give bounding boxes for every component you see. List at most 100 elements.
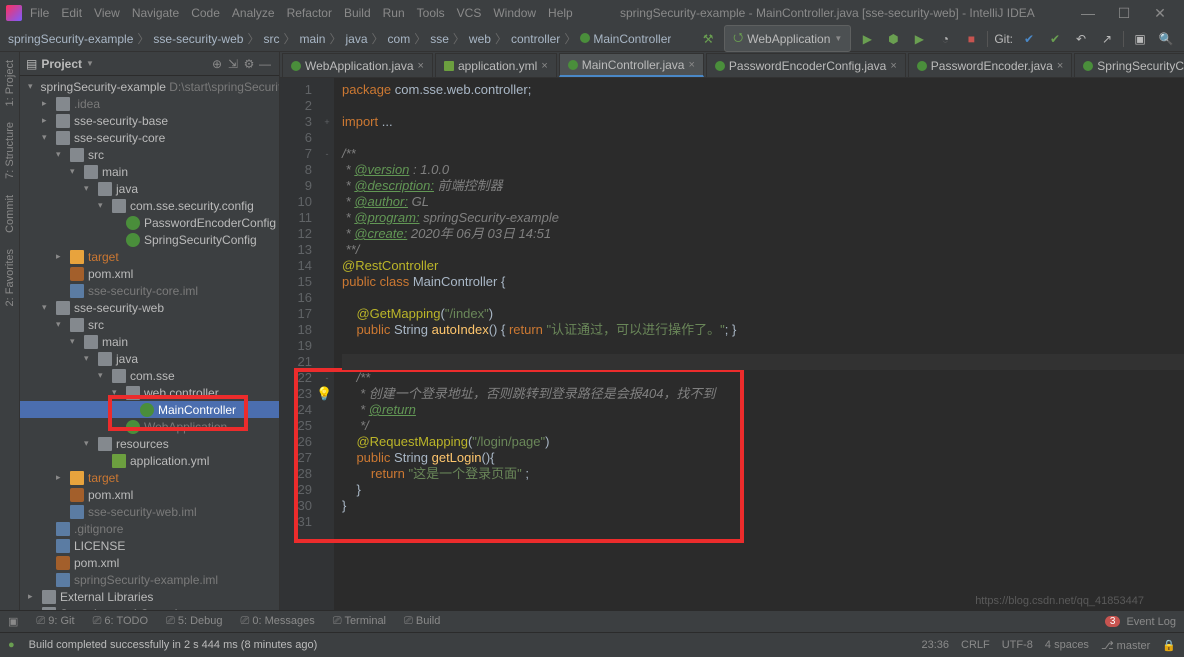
- tree-node[interactable]: ▾ com.sse: [20, 367, 279, 384]
- code-line[interactable]: [342, 130, 1184, 146]
- coverage-button[interactable]: ▶: [909, 29, 929, 49]
- vcs-history-icon[interactable]: ↶: [1071, 29, 1091, 49]
- code-line[interactable]: * @create: 2020年 06月 03日 14:51: [342, 226, 1184, 242]
- tree-node[interactable]: pom.xml: [20, 265, 279, 282]
- code-line[interactable]: * @version : 1.0.0: [342, 162, 1184, 178]
- code-line[interactable]: * @program: springSecurity-example: [342, 210, 1184, 226]
- code-editor[interactable]: 1236789101112131415161718192122232425262…: [280, 78, 1184, 610]
- tree-arrow-icon[interactable]: ▾: [84, 183, 94, 194]
- settings-icon[interactable]: ⚙: [241, 57, 257, 71]
- tool-tab[interactable]: 2: Favorites: [2, 241, 18, 314]
- menu-navigate[interactable]: Navigate: [132, 6, 179, 20]
- fold-toggle[interactable]: [320, 178, 334, 194]
- fold-toggle[interactable]: [320, 338, 334, 354]
- line-number[interactable]: 6: [280, 130, 312, 146]
- tree-arrow-icon[interactable]: ▾: [42, 132, 52, 143]
- tree-node[interactable]: ▾ sse-security-core: [20, 129, 279, 146]
- tree-node[interactable]: ▸ .idea: [20, 95, 279, 112]
- tree-node[interactable]: pom.xml: [20, 486, 279, 503]
- breadcrumb-item[interactable]: java: [346, 32, 368, 46]
- fold-toggle[interactable]: [320, 242, 334, 258]
- breadcrumb-item[interactable]: MainController: [580, 32, 671, 46]
- breadcrumb-item[interactable]: com: [388, 32, 411, 46]
- fold-toggle[interactable]: +: [320, 114, 334, 130]
- code-line[interactable]: @GetMapping("/index"): [342, 306, 1184, 322]
- vcs-commit-icon[interactable]: ✔: [1045, 29, 1065, 49]
- fold-toggle[interactable]: [320, 98, 334, 114]
- line-number[interactable]: 18: [280, 322, 312, 338]
- tree-node[interactable]: ▾ java: [20, 180, 279, 197]
- code-line[interactable]: @RestController: [342, 258, 1184, 274]
- tree-arrow-icon[interactable]: ▸: [42, 115, 52, 126]
- tree-node[interactable]: sse-security-web.iml: [20, 503, 279, 520]
- menu-file[interactable]: File: [30, 6, 49, 20]
- tree-arrow-icon[interactable]: ▸: [28, 591, 38, 602]
- tree-arrow-icon[interactable]: ▾: [70, 336, 80, 347]
- tree-arrow-icon[interactable]: ▾: [98, 370, 108, 381]
- debug-button[interactable]: ⬢: [883, 29, 903, 49]
- code-line[interactable]: }: [342, 482, 1184, 498]
- line-number[interactable]: 15: [280, 274, 312, 290]
- menu-run[interactable]: Run: [383, 6, 405, 20]
- menu-code[interactable]: Code: [191, 6, 220, 20]
- code-line[interactable]: [342, 290, 1184, 306]
- code-line[interactable]: * @description: 前端控制器: [342, 178, 1184, 194]
- menu-view[interactable]: View: [94, 6, 120, 20]
- code-line[interactable]: /**: [342, 370, 1184, 386]
- line-number[interactable]: 9: [280, 178, 312, 194]
- bottom-tab[interactable]: ⎚ 0: Messages: [241, 615, 315, 627]
- menu-window[interactable]: Window: [493, 6, 536, 20]
- fold-toggle[interactable]: [320, 258, 334, 274]
- git-branch[interactable]: ⎇ master: [1101, 639, 1150, 652]
- line-number[interactable]: 2: [280, 98, 312, 114]
- tree-arrow-icon[interactable]: ▾: [70, 166, 80, 177]
- line-number[interactable]: 7: [280, 146, 312, 162]
- fold-toggle[interactable]: [320, 290, 334, 306]
- line-number[interactable]: 16: [280, 290, 312, 306]
- scroll-from-source-icon[interactable]: ⊕: [209, 57, 225, 71]
- line-number[interactable]: 1: [280, 82, 312, 98]
- tree-node[interactable]: pom.xml: [20, 554, 279, 571]
- code-line[interactable]: [342, 514, 1184, 530]
- profile-button[interactable]: ◔: [935, 29, 955, 49]
- breadcrumb-item[interactable]: controller: [511, 32, 560, 46]
- editor-tab[interactable]: application.yml×: [435, 53, 557, 77]
- show-hide-tool-windows-icon[interactable]: ▣: [8, 615, 18, 628]
- line-number[interactable]: 19: [280, 338, 312, 354]
- tree-node[interactable]: PasswordEncoderConfig: [20, 214, 279, 231]
- menu-edit[interactable]: Edit: [61, 6, 82, 20]
- tree-node[interactable]: ▾ java: [20, 350, 279, 367]
- tool-tab[interactable]: 1: Project: [2, 52, 18, 114]
- code-line[interactable]: [342, 354, 1184, 370]
- tree-node[interactable]: ▾ sse-security-web: [20, 299, 279, 316]
- tree-arrow-icon[interactable]: ▸: [56, 251, 66, 262]
- tree-arrow-icon[interactable]: ▾: [42, 302, 52, 313]
- line-number[interactable]: 17: [280, 306, 312, 322]
- collapse-all-icon[interactable]: ⇲: [225, 57, 241, 71]
- caret-position[interactable]: 23:36: [921, 639, 949, 651]
- tree-node[interactable]: LICENSE: [20, 537, 279, 554]
- bottom-tab[interactable]: ⎚ 5: Debug: [166, 615, 223, 627]
- tree-node[interactable]: SpringSecurityConfig: [20, 231, 279, 248]
- tree-node[interactable]: ▸ target: [20, 248, 279, 265]
- fold-toggle[interactable]: [320, 322, 334, 338]
- fold-toggle[interactable]: [320, 162, 334, 178]
- close-tab-icon[interactable]: ×: [1057, 60, 1063, 72]
- indent-setting[interactable]: 4 spaces: [1045, 639, 1089, 651]
- tree-node[interactable]: ▾ resources: [20, 435, 279, 452]
- file-encoding[interactable]: UTF-8: [1002, 639, 1033, 651]
- tree-node[interactable]: ▾ src: [20, 146, 279, 163]
- menu-build[interactable]: Build: [344, 6, 371, 20]
- build-icon[interactable]: ⚒: [698, 29, 718, 49]
- line-number[interactable]: 10: [280, 194, 312, 210]
- tree-node[interactable]: Scratches and Consoles: [20, 605, 279, 610]
- tree-node[interactable]: springSecurity-example.iml: [20, 571, 279, 588]
- breadcrumb-item[interactable]: sse-security-web: [153, 32, 243, 46]
- code-line[interactable]: **/: [342, 242, 1184, 258]
- tree-arrow-icon[interactable]: ▾: [84, 353, 94, 364]
- tool-tab[interactable]: Commit: [2, 187, 18, 241]
- run-button[interactable]: ▶: [857, 29, 877, 49]
- tree-arrow-icon[interactable]: ▾: [98, 200, 108, 211]
- code-line[interactable]: * @author: GL: [342, 194, 1184, 210]
- menu-tools[interactable]: Tools: [417, 6, 445, 20]
